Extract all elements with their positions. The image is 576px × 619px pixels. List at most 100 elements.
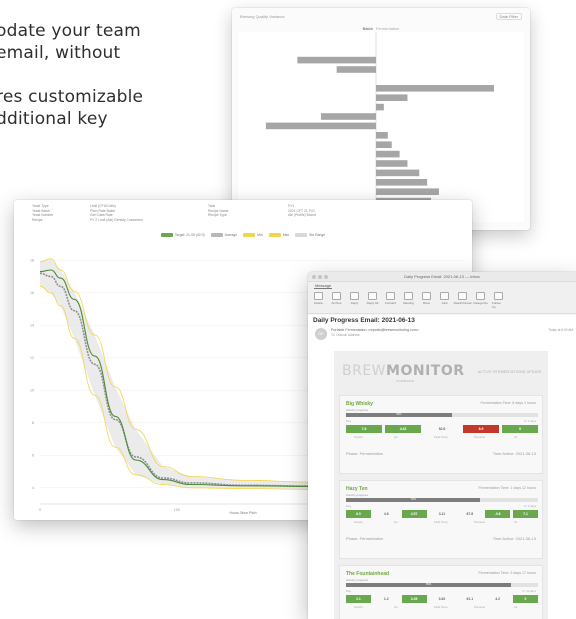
- reading-meter: 7.1: [513, 510, 538, 518]
- reading-meter: 4.2: [495, 597, 500, 601]
- day-label: Day: [346, 419, 351, 423]
- ribbon-label: Delete: [314, 301, 323, 305]
- activity-label: Activity progress: [346, 408, 369, 412]
- ribbon-tools: Delete Archive Reply Reply All Forward Meetin…: [312, 292, 505, 309]
- y-tick-label: 12: [30, 356, 34, 360]
- brand-sub: COMMAND: [396, 379, 415, 383]
- reading-meter: 82.6: [438, 427, 446, 431]
- range-label: 0 / 10 days: [522, 589, 536, 593]
- reading-meters: 7.6 4.43 82.6 8.9 9: [346, 425, 538, 433]
- reading-meter: 4.6: [383, 512, 389, 516]
- ribbon-icon: [332, 292, 341, 300]
- ribbon-reply-all-button[interactable]: Reply All: [366, 292, 379, 309]
- y-tick-label: 10: [30, 388, 34, 392]
- ribbon-icon: [494, 292, 503, 300]
- reading-meter: 9: [502, 425, 538, 433]
- fermentation-name[interactable]: Big Whisky: [346, 401, 373, 407]
- background-copy: odate your team email, without . res cus…: [0, 20, 226, 130]
- ribbon-follow-up-button[interactable]: Follow Up: [492, 292, 505, 309]
- progress-label: 85%: [425, 583, 432, 586]
- range-label: 0 / 2 days: [523, 504, 536, 508]
- reading-meter: 61.1: [466, 597, 474, 601]
- ribbon-junk-button[interactable]: Junk: [438, 292, 451, 309]
- fermentation-time: Fermentation Time: 9 days 17 hours: [478, 571, 536, 575]
- reading-meter: 3.49: [401, 595, 427, 603]
- reading-meter: 4.43: [385, 425, 421, 433]
- reading-meter: 4.57: [401, 510, 427, 518]
- reading-label: Fluid Temp: [434, 520, 448, 524]
- ribbon-reply-button[interactable]: Reply: [348, 292, 361, 309]
- reading-label: Pressure: [474, 605, 486, 609]
- variance-bar: [376, 103, 384, 111]
- progress-label: 54%: [396, 413, 402, 416]
- ribbon-meeting-button[interactable]: Meeting: [402, 292, 415, 309]
- fermentation-name[interactable]: Hazy Ten: [346, 486, 368, 492]
- ribbon-label: Read/Unread: [453, 301, 472, 305]
- ribbon-icon: [422, 292, 431, 300]
- fermentation-card: Big Whisky Fermentation Time: 8 days 1 ho…: [339, 395, 543, 474]
- ribbon-icon: [368, 292, 377, 300]
- ribbon-categorize-button[interactable]: Categorize: [473, 292, 488, 309]
- reading-label: Pressure: [474, 435, 486, 439]
- phase-status: Phase: Fermentation: [346, 451, 384, 456]
- reading-label: pH: [394, 435, 398, 439]
- reading-label: Fluid Temp: [434, 435, 448, 439]
- ribbon-forward-button[interactable]: Forward: [384, 292, 397, 309]
- activity-label: Activity progress: [346, 578, 369, 582]
- reading-meter: 2.1: [346, 595, 371, 603]
- background-line: odate your team: [0, 21, 141, 41]
- reading-label: Fluid Temp: [434, 605, 448, 609]
- reading-label: Air: [514, 435, 518, 439]
- fermentation-name[interactable]: The Fountainhead: [346, 571, 389, 577]
- activity-progress-bar: 85%: [346, 583, 538, 587]
- reading-meter: 8.9: [463, 425, 499, 433]
- ribbon-move-button[interactable]: Move: [420, 292, 433, 309]
- variance-bar: [376, 150, 400, 158]
- background-line: email, without: [0, 43, 121, 63]
- ribbon-read-unread-button[interactable]: Read/Unread: [453, 292, 472, 309]
- variance-bar: [376, 188, 439, 195]
- reading-label: Gravity: [354, 435, 363, 439]
- variance-bar: [376, 132, 388, 139]
- variance-bar: [376, 94, 408, 101]
- reading-meters: 6.0 4.6 4.57 3.11 67.8 -0.6 7.1: [346, 510, 538, 518]
- background-line: res customizable: [0, 87, 144, 107]
- variance-bar: [336, 66, 376, 73]
- tab-message[interactable]: Message: [314, 283, 333, 289]
- activity-progress-bar: 54%: [346, 413, 538, 417]
- phase-status: Phase: Fermentation: [346, 536, 384, 541]
- email-to: To: Outlook Address: [331, 333, 360, 337]
- ribbon-delete-button[interactable]: Delete: [312, 292, 325, 309]
- email-date: Today at 6:00 AM: [548, 328, 573, 332]
- ribbon-label: Move: [422, 301, 431, 305]
- y-tick-label: 14: [30, 323, 34, 327]
- progress-label: 70%: [410, 498, 416, 501]
- background-line: .: [0, 64, 226, 86]
- variance-bar: [265, 122, 376, 130]
- reading-label: Pressure: [474, 520, 486, 524]
- ribbon-icon: [476, 292, 485, 300]
- ribbon-icon: [440, 292, 449, 300]
- email-from[interactable]: Portable Fermentation <reports@brewmonit…: [331, 328, 419, 332]
- variance-bar: [376, 85, 494, 92]
- ribbon-icon: [404, 292, 413, 300]
- brand-logo: BREWMONITOR: [342, 363, 465, 379]
- reading-meter: 3.62: [438, 597, 446, 601]
- ribbon-archive-button[interactable]: Archive: [330, 292, 343, 309]
- report-title: Brewing Quality Variance: [240, 14, 285, 19]
- date-filter-button[interactable]: Date Filter: [495, 13, 522, 20]
- email-ribbon: Message Delete Archive Reply Reply All Forwa…: [308, 282, 576, 314]
- reading-label: Gravity: [354, 605, 363, 609]
- reading-meter: 7.6: [346, 425, 382, 433]
- ribbon-label: Archive: [331, 301, 342, 305]
- ribbon-label: Junk: [441, 301, 448, 305]
- variance-bar: [376, 179, 428, 186]
- email-titlebar: Daily Progress Email: 2021-06-13 — Inbox: [308, 272, 576, 282]
- variance-bar: [297, 56, 376, 64]
- ribbon-label: Meeting: [403, 301, 414, 305]
- reading-meter: -0.6: [485, 510, 511, 518]
- y-tick-label: 8: [32, 421, 34, 425]
- reading-label: Air: [514, 605, 518, 609]
- ribbon-icon: [458, 292, 467, 300]
- ribbon-label: Reply All: [366, 301, 379, 305]
